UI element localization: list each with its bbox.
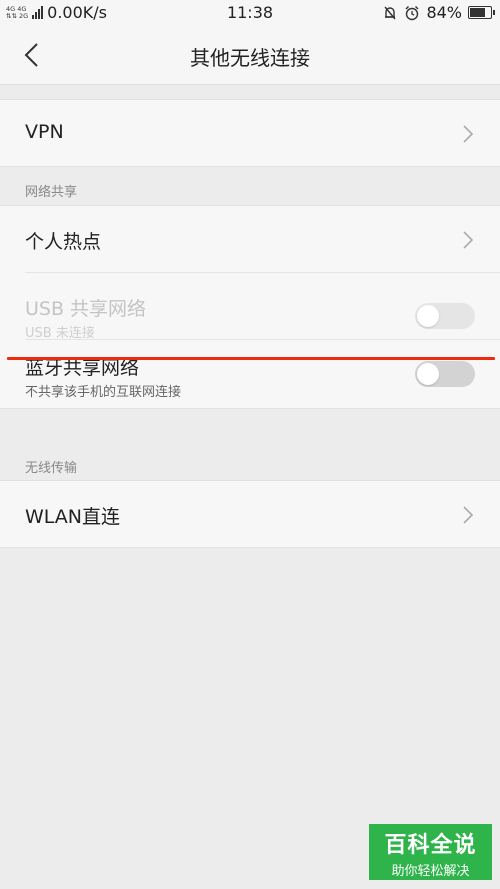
section-header-wireless: 无线传输 xyxy=(25,461,78,476)
alarm-icon xyxy=(405,5,419,20)
wlan-direct-label: WLAN直连 xyxy=(25,506,121,528)
watermark-title: 百科全说 xyxy=(384,833,477,858)
battery-fill xyxy=(470,8,486,17)
battery-icon xyxy=(468,6,495,19)
vpn-row[interactable]: VPN xyxy=(0,100,500,166)
usb-tethering-row: USB 共享网络 USB 未连接 xyxy=(25,272,500,341)
status-right: 84% xyxy=(382,3,495,22)
wireless-group: WLAN直连 xyxy=(0,480,500,548)
usb-tethering-toggle xyxy=(415,303,475,329)
wlan-direct-row[interactable]: WLAN直连 xyxy=(0,481,500,547)
page-title: 其他无线连接 xyxy=(190,46,310,70)
hotspot-label: 个人热点 xyxy=(25,231,102,253)
vpn-group: VPN xyxy=(0,99,500,167)
section-header-sharing: 网络共享 xyxy=(25,185,78,200)
chevron-right-icon xyxy=(463,231,474,249)
silent-bell-icon xyxy=(384,6,396,19)
watermark-subtitle: 助你轻松解决 xyxy=(391,864,470,879)
chevron-right-icon xyxy=(463,125,474,143)
title-bar: 其他无线连接 xyxy=(0,26,500,85)
bluetooth-tethering-status: 不共享该手机的互联网连接 xyxy=(25,385,182,400)
bluetooth-tethering-toggle[interactable] xyxy=(415,361,475,387)
watermark: 百科全说 助你轻松解决 xyxy=(369,824,492,880)
status-bar: 4G 4G ⇅⇅ 2G 0.00K/s 11:38 84% xyxy=(0,0,500,26)
sharing-group: 个人热点 USB 共享网络 USB 未连接 蓝牙共享网络 不共享该手机的互联网连… xyxy=(0,205,500,409)
highlight-line xyxy=(7,357,495,360)
battery-percent: 84% xyxy=(426,3,462,22)
vpn-label: VPN xyxy=(25,121,64,143)
hotspot-row[interactable]: 个人热点 xyxy=(0,206,500,272)
chevron-right-icon xyxy=(463,506,474,524)
usb-tethering-label: USB 共享网络 xyxy=(25,298,147,320)
bluetooth-tethering-row[interactable]: 蓝牙共享网络 不共享该手机的互联网连接 xyxy=(25,339,500,408)
